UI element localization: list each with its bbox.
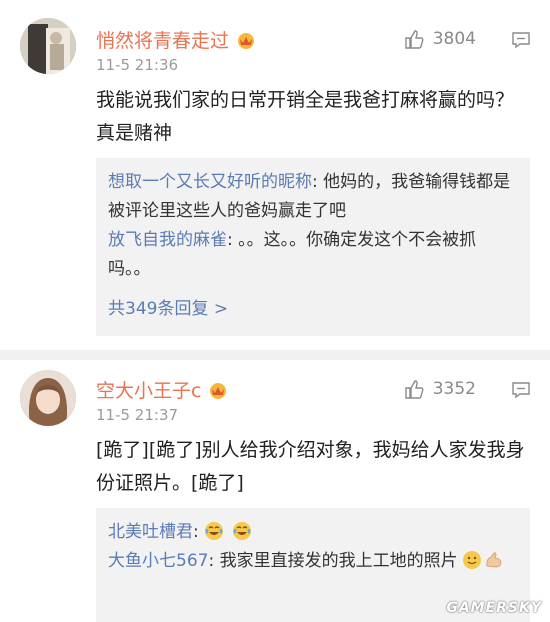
like-button[interactable]: 3352 — [403, 378, 476, 400]
more-replies-link[interactable]: 共349条回复 > — [108, 294, 518, 319]
smile-emoji — [462, 551, 481, 569]
avatar-image — [20, 18, 76, 74]
comment-divider — [0, 350, 550, 360]
username-text[interactable]: 悄然将青春走过 — [96, 30, 229, 52]
reply-username[interactable]: 放飞自我的麻雀 — [108, 230, 227, 250]
reply-username[interactable]: 大鱼小七567 — [108, 551, 208, 571]
like-count: 3352 — [432, 379, 476, 399]
laugh-cry-emoji — [205, 522, 224, 540]
user-avatar[interactable] — [20, 370, 76, 426]
reply-username[interactable]: 想取一个又长又好听的昵称 — [108, 172, 312, 192]
like-count: 3804 — [432, 29, 476, 49]
reply-box[interactable]: 想取一个又长又好听的昵称: 他妈的，我爸输得钱都是被评论里这些人的爸妈赢走了吧 … — [96, 158, 530, 336]
laugh-cry-emoji — [232, 522, 251, 540]
user-avatar[interactable] — [20, 18, 76, 74]
reply-text: : — [193, 522, 199, 542]
thumbs-up-icon — [405, 380, 424, 399]
like-button[interactable]: 3804 — [403, 28, 476, 50]
muscle-emoji — [486, 552, 501, 568]
username[interactable]: 空大小王子c — [96, 376, 229, 403]
reply-item: 大鱼小七567: 我家里直接发的我上工地的照片 — [108, 547, 518, 576]
comment-text: [跪了][跪了]别人给我介绍对象，我妈给人家发我身份证照片。[跪了] — [96, 439, 525, 494]
reply-icon[interactable] — [510, 379, 532, 401]
comment-text: 我能说我们家的日常开销全是我爸打麻将赢的吗？真是赌神 — [96, 89, 515, 144]
avatar-image — [20, 370, 76, 426]
thumbs-up-icon — [405, 30, 424, 49]
username-text[interactable]: 空大小王子c — [96, 380, 201, 402]
watermark: GAMERSKY — [446, 600, 542, 616]
reply-text: : 我家里直接发的我上工地的照片 — [208, 551, 458, 571]
comment-time: 11-5 21:37 — [96, 406, 179, 424]
reply-icon[interactable] — [510, 29, 532, 51]
reply-item: 北美吐槽君: — [108, 518, 518, 547]
vip-crown-icon — [210, 383, 227, 399]
comment-time: 11-5 21:36 — [96, 56, 179, 74]
reply-item: 想取一个又长又好听的昵称: 他妈的，我爸输得钱都是被评论里这些人的爸妈赢走了吧 — [108, 168, 518, 226]
vip-crown-icon — [238, 33, 255, 49]
reply-username[interactable]: 北美吐槽君 — [108, 522, 193, 542]
username[interactable]: 悄然将青春走过 — [96, 26, 257, 53]
reply-item: 放飞自我的麻雀: 。。这。。你确定发这个不会被抓吗。。 — [108, 226, 518, 284]
